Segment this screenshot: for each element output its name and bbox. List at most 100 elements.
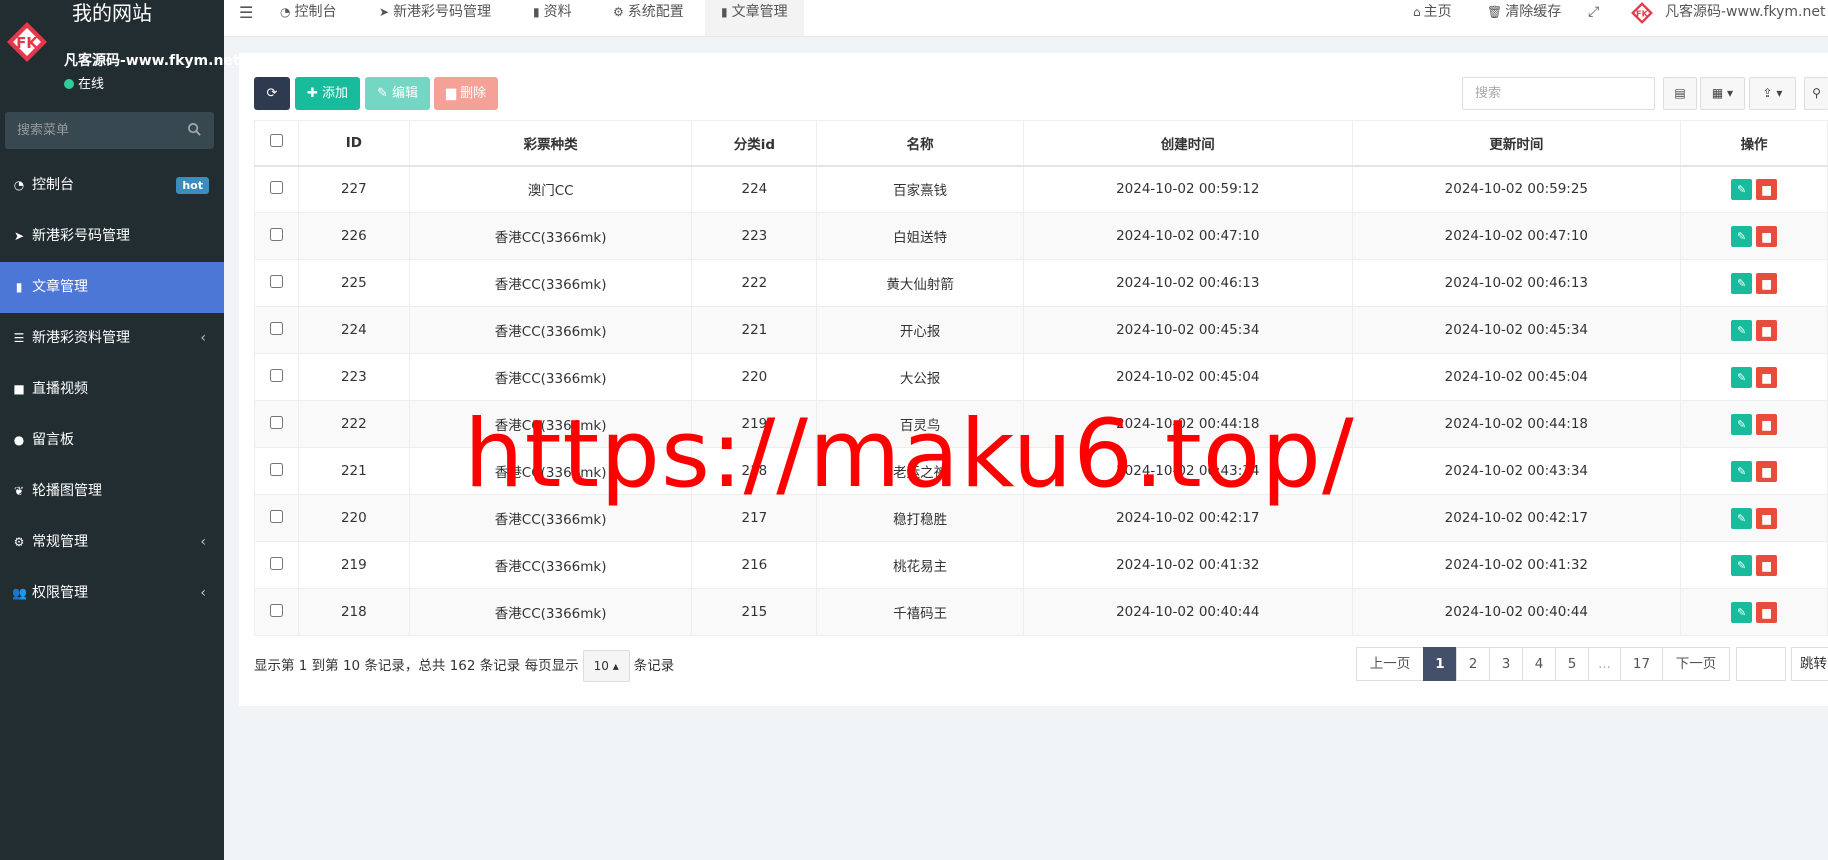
sidebar-item-general[interactable]: ⚙ 常规管理 ‹	[0, 517, 224, 568]
page-4-button[interactable]: 4	[1522, 647, 1556, 681]
row-checkbox[interactable]	[269, 603, 283, 617]
row-delete-button[interactable]: ▆	[1756, 413, 1778, 435]
sidebar-item-carousel[interactable]: ❦ 轮播图管理	[0, 466, 224, 517]
row-edit-button[interactable]: ✎	[1731, 178, 1753, 200]
user-avatar[interactable]: FK	[1630, 1, 1654, 25]
row-edit-button[interactable]: ✎	[1731, 225, 1753, 247]
cell-category[interactable]: 香港CC(3366mk)	[408, 306, 693, 354]
row-checkbox[interactable]	[269, 415, 283, 429]
add-button[interactable]: ✚ 添加	[295, 77, 361, 110]
tab-number-management[interactable]: ➤ 新港彩号码管理	[363, 0, 507, 36]
col-created[interactable]: 创建时间	[1023, 120, 1353, 167]
prev-page-button[interactable]: 上一页	[1356, 647, 1424, 681]
table-row[interactable]: 222 香港CC(3366mk) 219 百灵鸟 2024-10-02 00:44:18…	[254, 400, 1828, 448]
row-edit-button[interactable]: ✎	[1731, 601, 1753, 623]
tab-data[interactable]: ▮ 资料	[517, 0, 588, 36]
table-search-input[interactable]	[1462, 77, 1655, 110]
cell-category[interactable]: 香港CC(3366mk)	[408, 212, 693, 260]
sidebar-item-data-management[interactable]: ☰ 新港彩资料管理 ‹	[0, 313, 224, 364]
home-link[interactable]: ⌂ 主页	[1413, 0, 1452, 25]
cell-category[interactable]: 澳门CC	[408, 165, 693, 213]
row-checkbox[interactable]	[269, 180, 283, 194]
table-row[interactable]: 227 澳门CC 224 百家熹钱 2024-10-02 00:59:12 2024-10…	[254, 165, 1828, 213]
table-row[interactable]: 220 香港CC(3366mk) 217 稳打稳胜 2024-10-02 00:42:1…	[254, 494, 1828, 542]
row-checkbox[interactable]	[269, 556, 283, 570]
row-edit-button[interactable]: ✎	[1731, 460, 1753, 482]
clear-cache-button[interactable]: 🗑 清除缓存	[1487, 0, 1561, 25]
user-menu[interactable]: 凡客源码-www.fkym.net	[1665, 0, 1825, 25]
row-delete-button[interactable]: ▆	[1756, 366, 1778, 388]
row-checkbox[interactable]	[269, 227, 283, 241]
row-edit-button[interactable]: ✎	[1731, 272, 1753, 294]
page-17-button[interactable]: 17	[1620, 647, 1663, 681]
row-checkbox[interactable]	[269, 321, 283, 335]
row-delete-button[interactable]: ▆	[1756, 507, 1778, 529]
row-checkbox[interactable]	[269, 462, 283, 476]
search-icon[interactable]	[187, 122, 202, 137]
row-checkbox[interactable]	[269, 509, 283, 523]
tab-dashboard[interactable]: ◔ 控制台	[264, 0, 352, 36]
row-edit-button[interactable]: ✎	[1731, 554, 1753, 576]
page-3-button[interactable]: 3	[1489, 647, 1523, 681]
menu-search-input[interactable]	[5, 112, 180, 149]
col-name[interactable]: 名称	[816, 120, 1024, 167]
row-delete-button[interactable]: ▆	[1756, 601, 1778, 623]
table-row[interactable]: 219 香港CC(3366mk) 216 桃花易主 2024-10-02 00:41:3…	[254, 541, 1828, 589]
row-delete-button[interactable]: ▆	[1756, 178, 1778, 200]
table-row[interactable]: 221 香港CC(3366mk) 218 老运之神 2024-10-02 00:43:3…	[254, 447, 1828, 495]
row-edit-button[interactable]: ✎	[1731, 366, 1753, 388]
table-row[interactable]: 225 香港CC(3366mk) 222 黄大仙射箭 2024-10-02 00:46:…	[254, 259, 1828, 307]
table-row[interactable]: 226 香港CC(3366mk) 223 白姐送特 2024-10-02 00:47:1…	[254, 212, 1828, 260]
sidebar-item-permissions[interactable]: 👥 权限管理 ‹	[0, 568, 224, 619]
cell-category[interactable]: 香港CC(3366mk)	[408, 447, 693, 495]
jump-page-input[interactable]	[1736, 647, 1786, 681]
row-checkbox[interactable]	[269, 368, 283, 382]
delete-button[interactable]: ▆ 删除	[434, 77, 499, 110]
sidebar-item-dashboard[interactable]: ◔ 控制台 hot	[0, 160, 224, 211]
page-1-button[interactable]: 1	[1423, 647, 1457, 681]
row-edit-button[interactable]: ✎	[1731, 413, 1753, 435]
row-checkbox[interactable]	[269, 274, 283, 288]
col-category[interactable]: 彩票种类	[408, 120, 693, 167]
tab-system-config[interactable]: ⚙ 系统配置	[597, 0, 700, 36]
cell-category[interactable]: 香港CC(3366mk)	[408, 259, 693, 307]
cell-category[interactable]: 香港CC(3366mk)	[408, 541, 693, 589]
select-all-checkbox[interactable]	[269, 134, 283, 148]
table-row[interactable]: 224 香港CC(3366mk) 221 开心报 2024-10-02 00:45:34…	[254, 306, 1828, 354]
refresh-button[interactable]: ⟳	[254, 77, 290, 110]
table-row[interactable]: 223 香港CC(3366mk) 220 大公报 2024-10-02 00:45:04…	[254, 353, 1828, 401]
col-category-id[interactable]: 分类id	[691, 120, 818, 167]
jump-button[interactable]: 跳转	[1791, 647, 1828, 681]
advanced-search-button[interactable]: ⚲	[1804, 77, 1828, 110]
page-5-button[interactable]: 5	[1555, 647, 1589, 681]
row-delete-button[interactable]: ▆	[1756, 460, 1778, 482]
row-edit-button[interactable]: ✎	[1731, 319, 1753, 341]
table-row[interactable]: 218 香港CC(3366mk) 215 千禧码王 2024-10-02 00:40:4…	[254, 588, 1828, 636]
sidebar-item-live-video[interactable]: ■ 直播视频	[0, 364, 224, 415]
row-delete-button[interactable]: ▆	[1756, 272, 1778, 294]
tab-article-management[interactable]: ▮ 文章管理	[705, 0, 804, 36]
cell-category[interactable]: 香港CC(3366mk)	[408, 400, 693, 448]
row-delete-button[interactable]: ▆	[1756, 225, 1778, 247]
next-page-button[interactable]: 下一页	[1662, 647, 1730, 681]
cell-category[interactable]: 香港CC(3366mk)	[408, 494, 693, 542]
page-2-button[interactable]: 2	[1456, 647, 1490, 681]
col-id[interactable]: ID	[297, 120, 410, 167]
toggle-view-button[interactable]: ▤	[1663, 77, 1697, 110]
cell-category[interactable]: 香港CC(3366mk)	[408, 588, 693, 636]
menu-toggle-icon[interactable]: ☰	[239, 0, 253, 25]
sidebar-item-article-management[interactable]: ▮ 文章管理	[0, 262, 224, 313]
export-button[interactable]: ⇪ ▾	[1749, 77, 1796, 110]
sidebar-item-message-board[interactable]: ● 留言板	[0, 415, 224, 466]
row-delete-button[interactable]: ▆	[1756, 554, 1778, 576]
sidebar-item-number-management[interactable]: ➤ 新港彩号码管理	[0, 211, 224, 262]
columns-button[interactable]: ▦ ▾	[1700, 77, 1745, 110]
row-delete-button[interactable]: ▆	[1756, 319, 1778, 341]
edit-button[interactable]: ✎ 编辑	[365, 77, 431, 110]
col-updated[interactable]: 更新时间	[1351, 120, 1682, 167]
row-edit-button[interactable]: ✎	[1731, 507, 1753, 529]
fullscreen-icon[interactable]: ⤢	[1588, 0, 1599, 25]
page-size-select[interactable]: 10 ▴	[582, 650, 630, 682]
menu-label: 常规管理	[32, 534, 88, 550]
cell-category[interactable]: 香港CC(3366mk)	[408, 353, 693, 401]
